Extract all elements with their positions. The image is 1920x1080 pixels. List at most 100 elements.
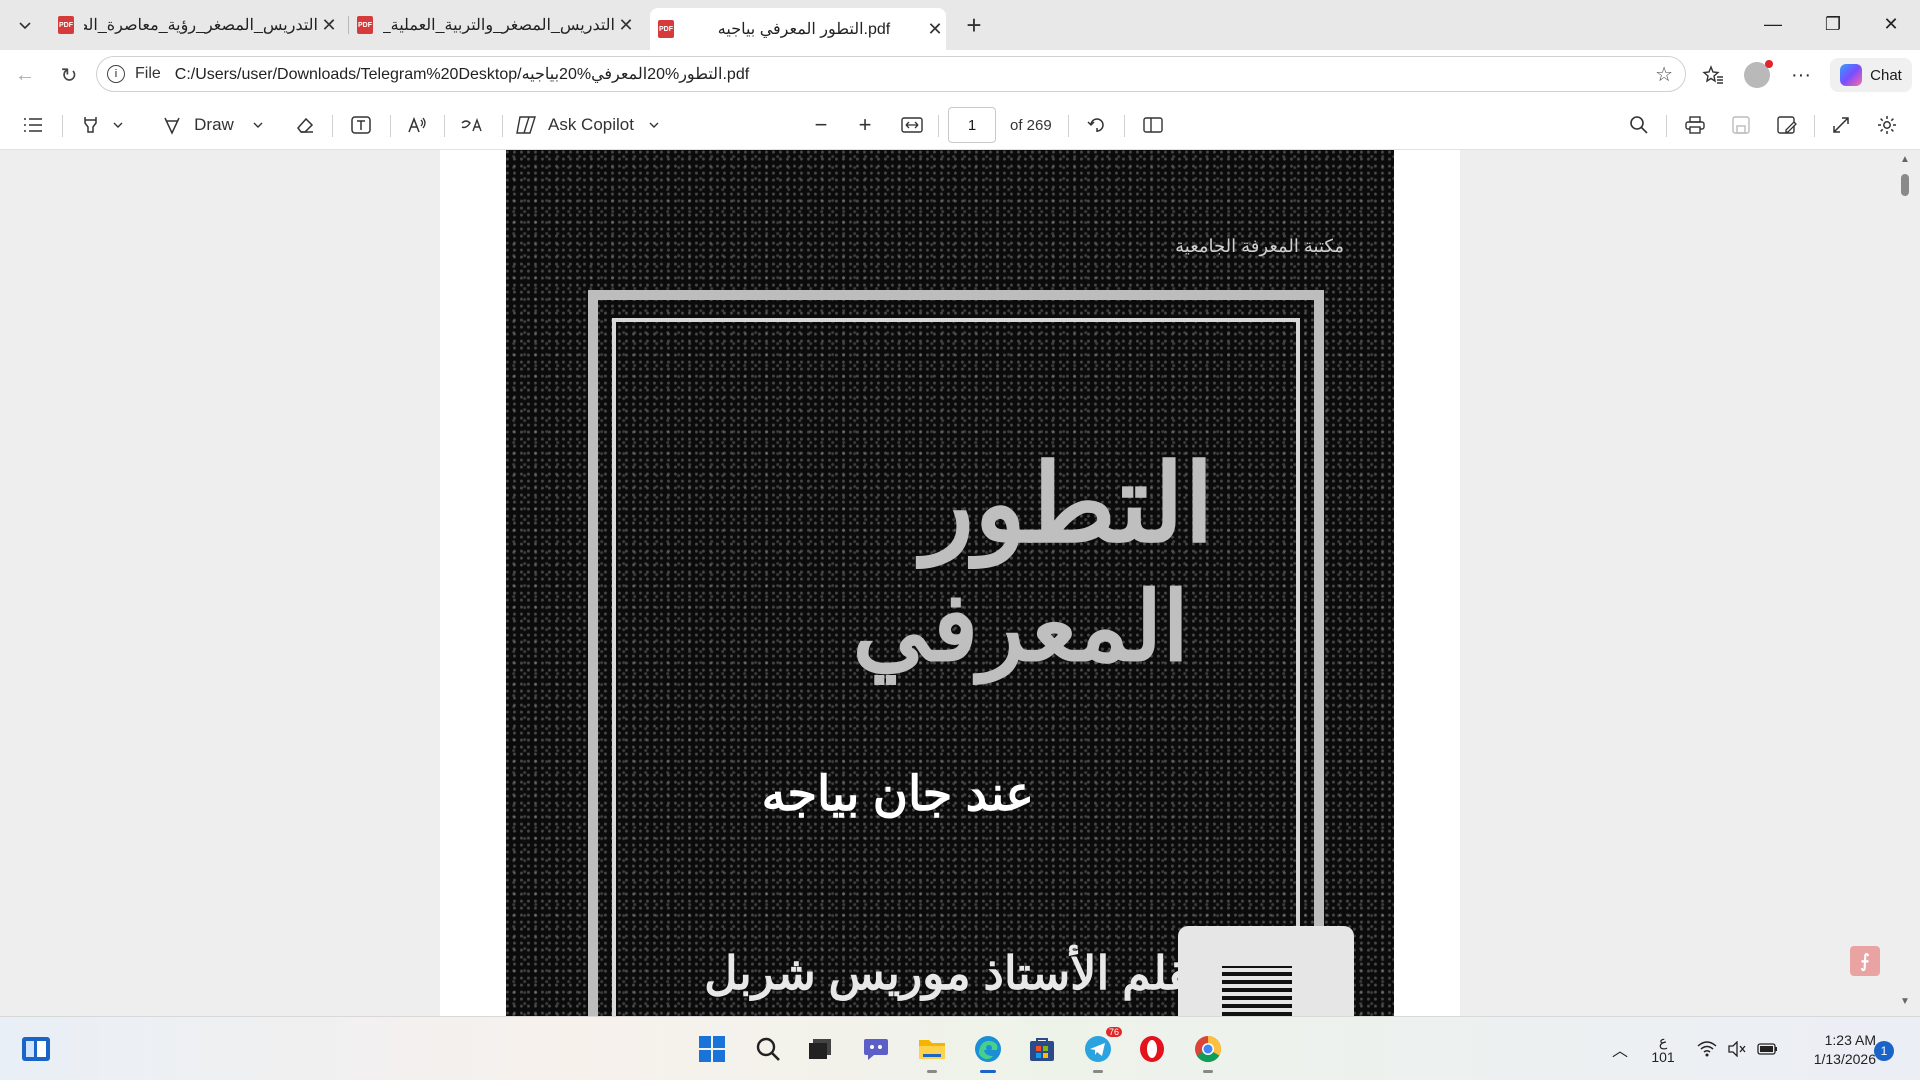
tab-title: التطور المعرفي بياجيه.pdf (717, 21, 891, 38)
highlighter-icon (84, 117, 97, 133)
fit-width-button[interactable] (895, 108, 929, 142)
address-bar[interactable]: i File C:/Users/user/Downloads/Telegram%… (96, 56, 1686, 92)
copilot-icon (1840, 64, 1863, 86)
edge-button[interactable] (970, 1031, 1006, 1073)
widgets-icon (22, 1037, 50, 1061)
clock[interactable]: 1:23 AM 1/13/2026 (1796, 1031, 1876, 1069)
close-tab-icon[interactable]: ✕ (924, 19, 946, 40)
quick-settings-button[interactable] (1696, 1029, 1780, 1069)
store-icon (1030, 1038, 1054, 1061)
text-box-icon (351, 116, 371, 134)
new-tab-button[interactable]: + (958, 9, 990, 41)
toolbar-separator (332, 115, 333, 137)
erase-button[interactable] (288, 108, 322, 142)
scrollbar-thumb[interactable] (1901, 174, 1909, 196)
refresh-button[interactable]: ↻ (52, 58, 86, 92)
url-text[interactable]: C:/Users/user/Downloads/Telegram%20Deskt… (175, 64, 1655, 84)
zoom-out-button[interactable]: − (804, 108, 838, 142)
restore-button[interactable]: ❐ (1804, 0, 1862, 48)
notifications-badge[interactable]: 1 (1874, 1041, 1894, 1061)
wifi-icon (1697, 1041, 1717, 1057)
tab-2[interactable]: PDF التدريس_المصغر_والتربية_العملية_الـ … (357, 8, 637, 42)
tab-title: التدريس_المصغر_والتربية_العملية_الـ (383, 17, 615, 34)
print-button[interactable] (1678, 108, 1712, 142)
chevron-up-icon: ︿ (1611, 1043, 1628, 1060)
ask-copilot-label: Ask Copilot (548, 115, 634, 134)
widgets-button[interactable] (18, 1031, 54, 1067)
save-as-button[interactable] (1770, 108, 1804, 142)
tab-strip: PDF التدريس_المصغر_رؤية_معاصرة_الصا ✕ PD… (0, 0, 1920, 50)
toolbar-separator (1124, 115, 1125, 137)
contents-button[interactable] (16, 108, 50, 142)
read-aloud-button[interactable] (400, 108, 434, 142)
tab-actions-menu[interactable] (8, 8, 42, 42)
pdf-settings-button[interactable] (1870, 108, 1904, 142)
page-number-input[interactable]: 1 (948, 107, 996, 143)
page-view-button[interactable] (1136, 108, 1170, 142)
tab-active[interactable]: PDF التطور المعرفي بياجيه.pdf ✕ (650, 8, 946, 50)
store-button[interactable] (1024, 1031, 1060, 1067)
info-icon[interactable]: i (107, 65, 125, 83)
zoom-in-button[interactable]: + (848, 108, 882, 142)
url-scheme: File (135, 65, 161, 82)
telegram-icon (1085, 1036, 1111, 1062)
profile-button[interactable] (1740, 58, 1774, 92)
start-button[interactable] (694, 1031, 730, 1067)
copilot-chat-button[interactable]: Chat (1830, 58, 1912, 92)
fullscreen-button[interactable] (1824, 108, 1858, 142)
pdf-toolbar: Draw Ask Copilot − + 1 of 269 (0, 100, 1920, 150)
show-hidden-icons-button[interactable]: ︿ (1608, 1029, 1632, 1069)
document-viewer[interactable]: مكتبة المعرفة الجامعية التطور المعرفي عن… (0, 150, 1920, 1016)
acrobat-icon[interactable]: ⨍ (1850, 946, 1880, 976)
running-indicator (927, 1070, 937, 1073)
close-tab-icon[interactable]: ✕ (615, 15, 637, 36)
save-button[interactable] (1724, 108, 1758, 142)
tab-separator (348, 16, 349, 34)
file-explorer-button[interactable] (914, 1031, 950, 1073)
input-indicator[interactable]: ع 101 (1648, 1029, 1678, 1069)
tab-1[interactable]: PDF التدريس_المصغر_رؤية_معاصرة_الصا ✕ (58, 8, 340, 42)
chevron-down-icon (113, 122, 123, 128)
cover-title-line-2: المعرفي (852, 574, 1189, 681)
back-button[interactable]: ← (8, 58, 42, 92)
more-button[interactable]: ··· (1784, 58, 1818, 92)
toolbar-separator (390, 115, 391, 137)
rotate-button[interactable] (1080, 108, 1114, 142)
teams-button[interactable] (858, 1031, 894, 1067)
toolbar-separator (444, 115, 445, 137)
chevron-down-icon (253, 122, 263, 128)
star-icon[interactable]: ☆ (1655, 62, 1673, 87)
cover-title-line-1: التطور (921, 443, 1214, 564)
add-text-button[interactable] (344, 108, 378, 142)
highlight-button[interactable] (72, 108, 132, 142)
search-button[interactable] (750, 1031, 786, 1067)
pdf-page: مكتبة المعرفة الجامعية التطور المعرفي عن… (440, 150, 1460, 1016)
cover-author: بقلم الأستاذ موريس شربل (704, 947, 1204, 999)
task-view-button[interactable] (802, 1031, 838, 1067)
chat-icon (864, 1039, 888, 1060)
draw-button[interactable]: Draw (156, 108, 270, 142)
toolbar-separator (502, 115, 503, 137)
scroll-down-arrow[interactable]: ▼ (1898, 996, 1912, 1007)
chevron-down-icon (19, 22, 31, 30)
chrome-button[interactable] (1190, 1031, 1226, 1073)
telegram-button[interactable]: 76 (1080, 1027, 1122, 1073)
favorites-button[interactable] (1696, 58, 1730, 92)
back-arrow-icon: ← (15, 63, 35, 86)
plus-icon: + (858, 112, 872, 137)
close-tab-icon[interactable]: ✕ (318, 15, 340, 36)
translate-button[interactable] (454, 108, 490, 142)
volume-muted-icon (1728, 1041, 1746, 1057)
avatar (1744, 60, 1773, 88)
chrome-icon (1195, 1036, 1222, 1063)
minimize-button[interactable]: — (1744, 0, 1802, 48)
copilot-outline-icon (516, 116, 536, 134)
find-button[interactable] (1622, 108, 1656, 142)
ask-copilot-button[interactable]: Ask Copilot (514, 108, 674, 142)
fit-width-icon (901, 117, 923, 133)
pdf-file-icon: PDF (357, 16, 373, 34)
opera-button[interactable] (1134, 1031, 1170, 1067)
running-indicator (1093, 1070, 1103, 1073)
close-window-button[interactable]: ✕ (1862, 0, 1920, 48)
scroll-up-arrow[interactable]: ▲ (1898, 154, 1912, 165)
